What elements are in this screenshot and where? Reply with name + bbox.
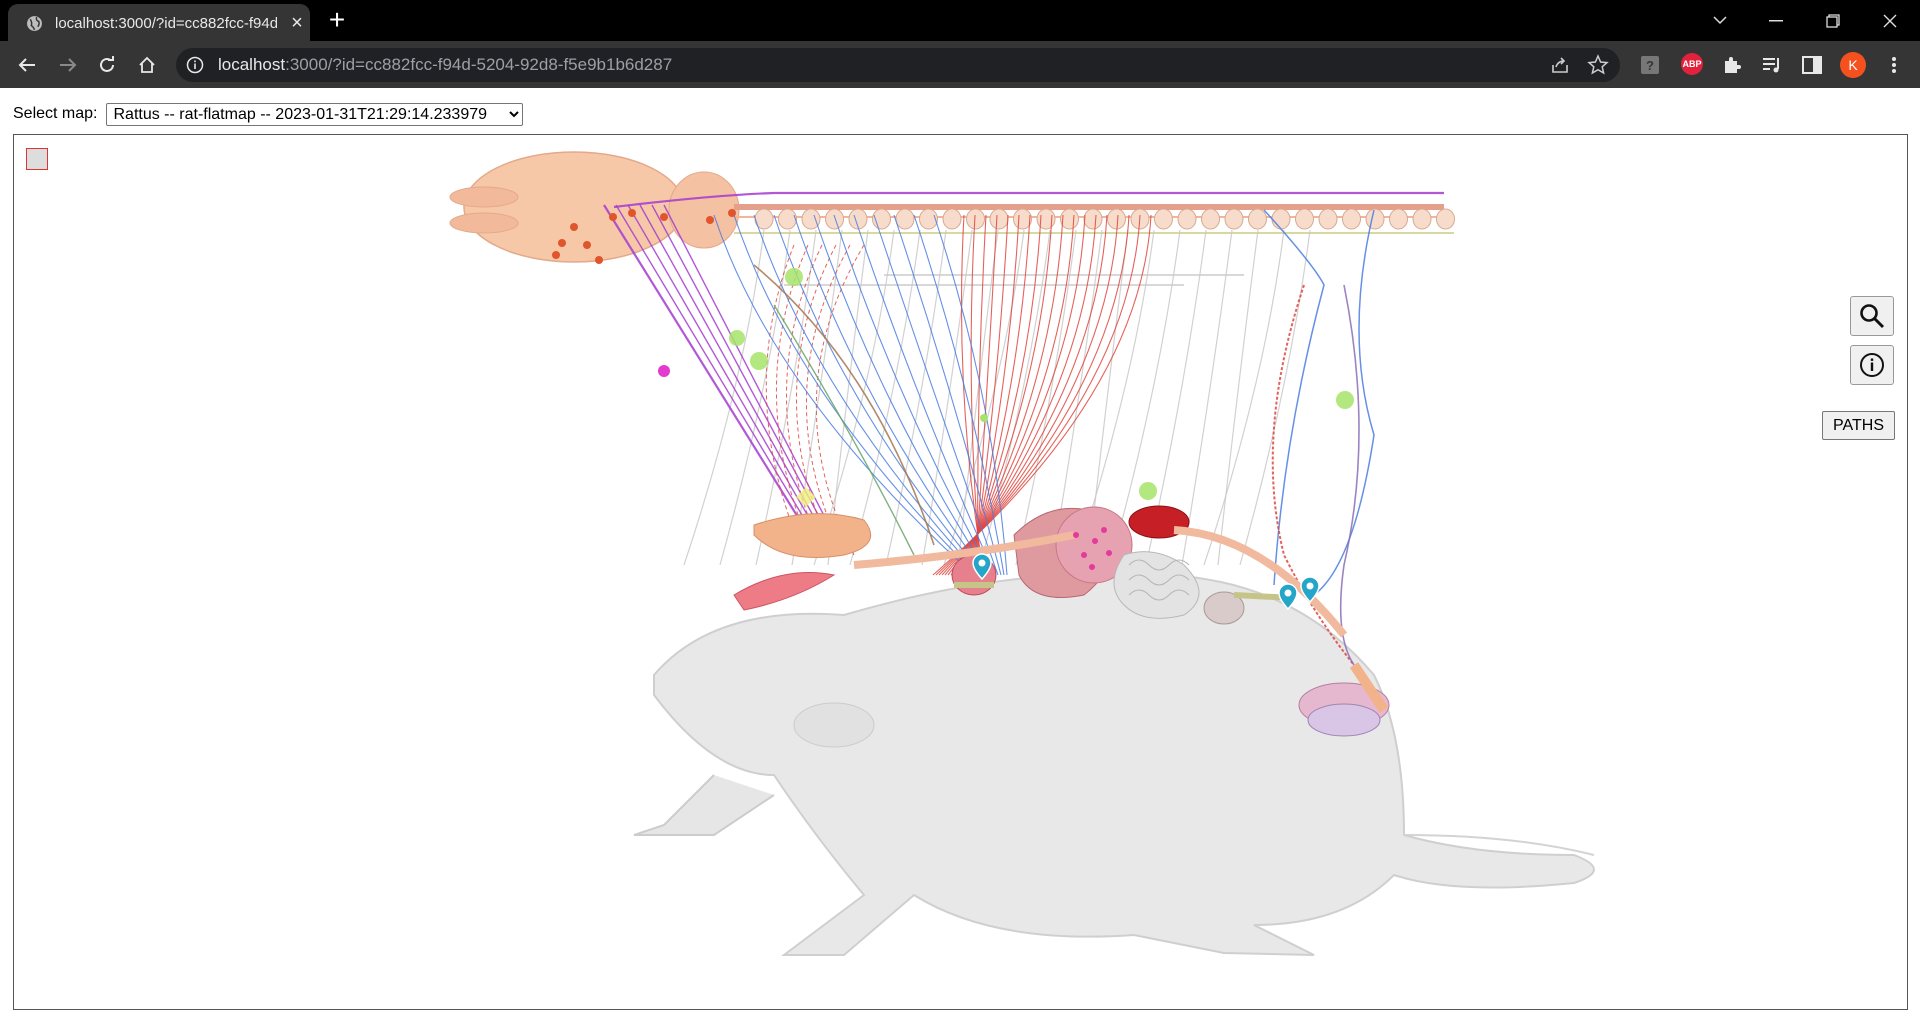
- ganglion: [1271, 208, 1291, 230]
- rat-flatmap-canvas[interactable]: [14, 135, 1907, 1009]
- browser-tab[interactable]: localhost:3000/?id=cc882fcc-f94d ×: [8, 4, 310, 41]
- nerve-path: [849, 229, 921, 566]
- address-bar[interactable]: localhost:3000/?id=cc882fcc-f94d-5204-92…: [176, 48, 1620, 82]
- ganglion: [989, 208, 1009, 230]
- side-panel-icon[interactable]: [1800, 53, 1824, 77]
- forward-icon[interactable]: [53, 50, 83, 80]
- paths-button[interactable]: PATHS: [1822, 411, 1895, 440]
- nerve-path: [1339, 284, 1360, 666]
- ganglion: [1083, 208, 1103, 230]
- minimap-toggle[interactable]: [26, 148, 48, 170]
- ganglion: [825, 208, 844, 230]
- ganglion: [778, 208, 797, 230]
- plus-icon[interactable]: +: [324, 6, 350, 34]
- info-circle-icon[interactable]: [1850, 345, 1894, 385]
- ganglion: [1107, 208, 1126, 230]
- tab-search-chevron-icon[interactable]: [1692, 0, 1748, 41]
- adblock-icon[interactable]: ABP: [1681, 53, 1703, 75]
- nerve-path: [815, 244, 865, 556]
- svg-text:?: ?: [1646, 58, 1654, 73]
- brain: [449, 151, 740, 263]
- ganglion: [1224, 208, 1244, 230]
- ganglion: [895, 208, 915, 230]
- url-path: :3000/?id=cc882fcc-f94d-5204-92d8-f5e9b1…: [285, 55, 673, 74]
- ganglion: [1389, 208, 1408, 230]
- ganglion: [1201, 208, 1220, 230]
- ganglion: [1342, 208, 1361, 230]
- info-icon[interactable]: [186, 56, 204, 74]
- restore-icon[interactable]: [1805, 0, 1861, 41]
- ganglion: [1365, 208, 1385, 230]
- ganglion: [1436, 208, 1455, 230]
- map-select[interactable]: Rattus -- rat-flatmap -- 2023-01-31T21:2…: [106, 102, 524, 126]
- ganglion: [1177, 208, 1197, 230]
- ganglion: [1154, 208, 1173, 230]
- nerve-path: [1263, 209, 1325, 586]
- nerve-path: [775, 244, 815, 556]
- url-text: localhost:3000/?id=cc882fcc-f94d-5204-92…: [218, 55, 672, 75]
- nerve-path: [1239, 229, 1311, 566]
- flatmap-viewer[interactable]: PATHS: [13, 134, 1908, 1010]
- tab-strip: localhost:3000/?id=cc882fcc-f94d × +: [0, 0, 1920, 41]
- nerve-path: [885, 229, 947, 566]
- nerve-path: [1203, 229, 1285, 566]
- media-queue-icon[interactable]: [1760, 53, 1784, 77]
- extensions-puzzle-icon[interactable]: [1720, 53, 1744, 77]
- window-close-icon[interactable]: [1862, 0, 1918, 41]
- ganglion: [1412, 208, 1432, 230]
- nerve-path: [603, 204, 810, 536]
- nerve-path: [615, 204, 815, 536]
- spinal-ganglia: [754, 208, 1455, 230]
- minimize-icon[interactable]: [1748, 0, 1804, 41]
- select-map-label: Select map:: [13, 105, 98, 122]
- map-selector-row: Select map: Rattus -- rat-flatmap -- 202…: [13, 102, 524, 126]
- profile-avatar[interactable]: K: [1840, 52, 1866, 78]
- green-markers: [658, 268, 1354, 507]
- globe-icon: [27, 16, 42, 31]
- ganglion: [1248, 208, 1267, 230]
- nerve-path: [1181, 229, 1233, 566]
- nerve-path: [753, 264, 935, 546]
- reload-icon[interactable]: [92, 50, 122, 80]
- home-icon[interactable]: [132, 50, 162, 80]
- search-icon[interactable]: [1850, 296, 1894, 336]
- ganglion: [1295, 208, 1314, 230]
- ganglion: [1318, 208, 1338, 230]
- url-host: localhost: [218, 55, 286, 74]
- share-icon[interactable]: [1550, 55, 1570, 75]
- close-icon[interactable]: ×: [287, 13, 307, 33]
- help-extension-icon[interactable]: ?: [1638, 53, 1662, 77]
- menu-kebab-icon[interactable]: [1882, 53, 1906, 77]
- ganglion: [966, 208, 985, 230]
- star-icon[interactable]: [1587, 54, 1609, 76]
- nerve-path: [933, 214, 1008, 576]
- ganglion: [942, 208, 962, 230]
- back-icon[interactable]: [12, 50, 42, 80]
- tab-title: localhost:3000/?id=cc882fcc-f94d: [55, 15, 277, 32]
- browser-toolbar: localhost:3000/?id=cc882fcc-f94d-5204-92…: [0, 41, 1920, 88]
- rat-body: [633, 572, 1595, 956]
